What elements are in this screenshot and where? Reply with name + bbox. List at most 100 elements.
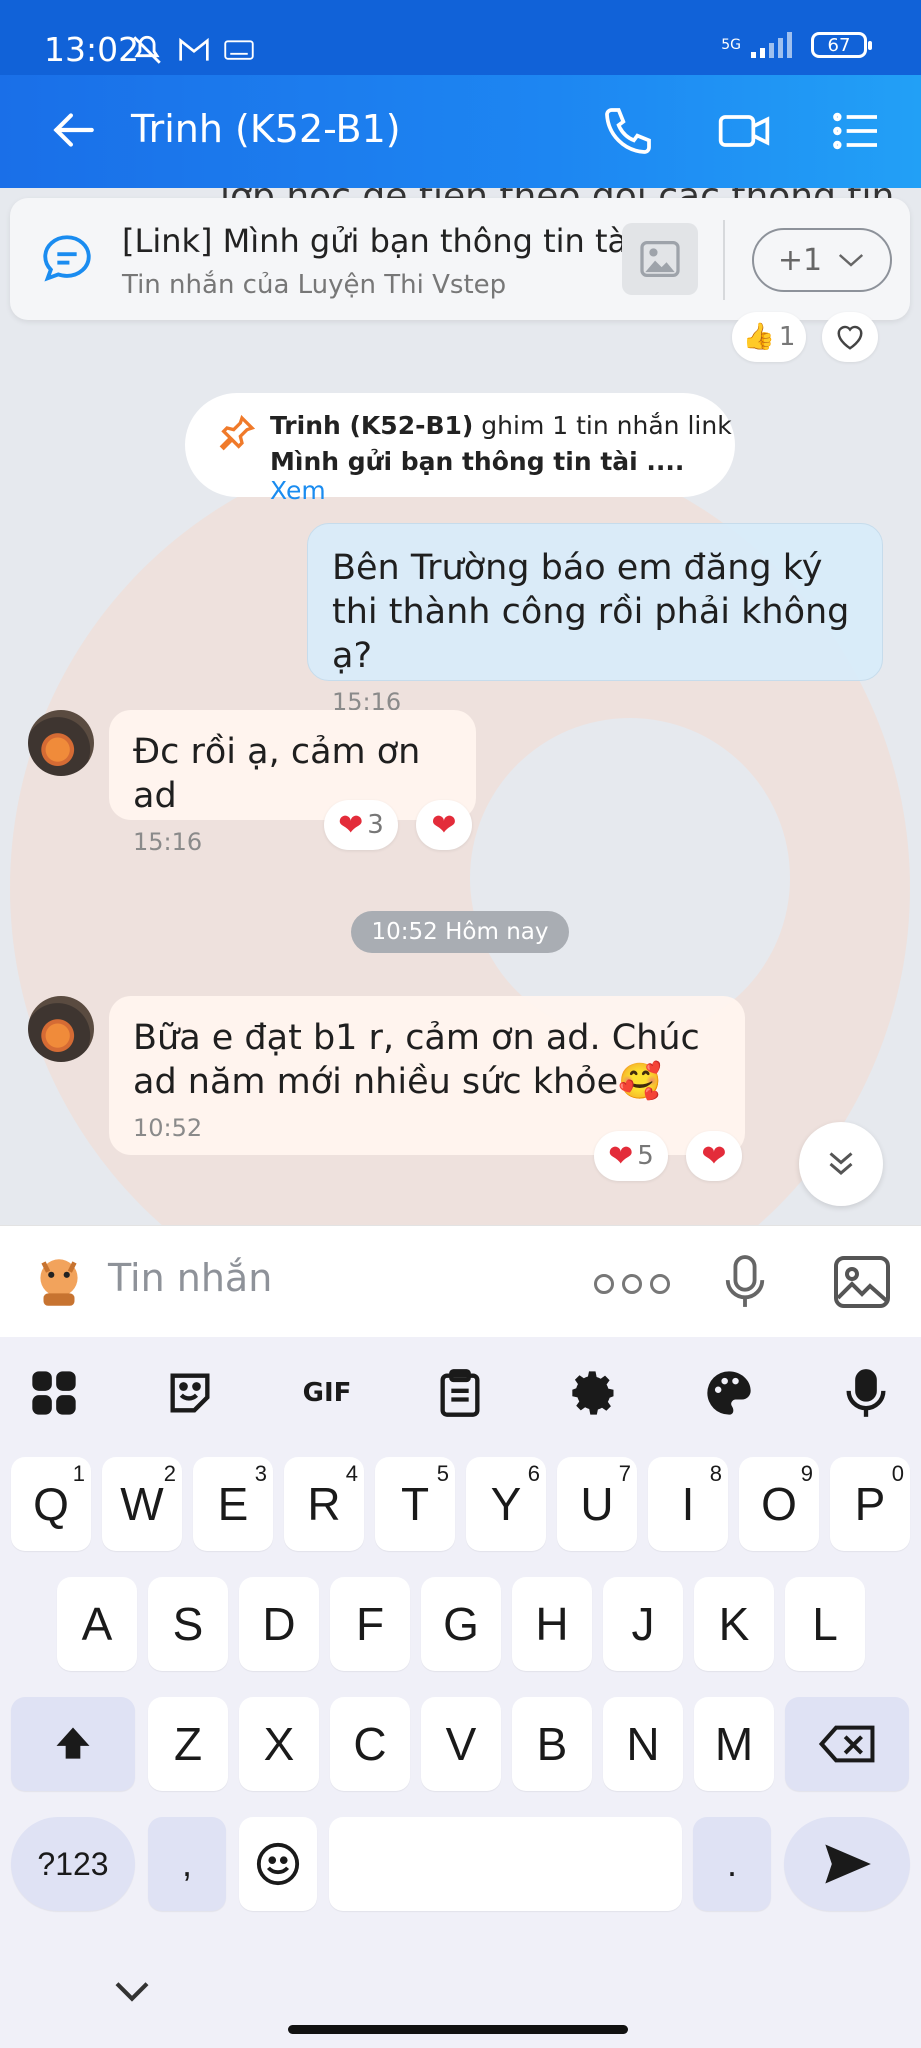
pin-action: ghim 1 tin nhắn link bbox=[473, 411, 732, 440]
backspace-key[interactable] bbox=[785, 1697, 909, 1791]
pin-icon bbox=[219, 414, 256, 451]
contact-name[interactable]: Trinh (K52-B1) bbox=[131, 107, 401, 151]
key-hint: 1 bbox=[72, 1461, 85, 1486]
key-hint: 2 bbox=[163, 1461, 176, 1486]
key-o[interactable]: O9 bbox=[739, 1457, 819, 1551]
reaction-count: 3 bbox=[367, 810, 384, 840]
key-j[interactable]: J bbox=[603, 1577, 683, 1671]
key-r[interactable]: R4 bbox=[284, 1457, 364, 1551]
avatar[interactable] bbox=[28, 710, 94, 776]
key-hint: 6 bbox=[527, 1461, 540, 1486]
battery-level: 67 bbox=[827, 34, 851, 56]
key-d[interactable]: D bbox=[239, 1577, 319, 1671]
reaction-like-count[interactable]: 👍 1 bbox=[732, 312, 806, 362]
send-key[interactable] bbox=[784, 1817, 910, 1911]
pinned-thumbnail bbox=[622, 223, 698, 295]
signal-icon bbox=[751, 32, 792, 58]
more-options-icon[interactable] bbox=[594, 1274, 670, 1294]
chevron-down-icon bbox=[839, 254, 864, 267]
key-label: I bbox=[681, 1478, 695, 1530]
key-hint: 7 bbox=[618, 1461, 631, 1486]
pinned-divider bbox=[723, 220, 725, 300]
key-f[interactable]: F bbox=[330, 1577, 410, 1671]
microphone-icon[interactable] bbox=[722, 1252, 768, 1312]
react-heart-button[interactable]: ❤ bbox=[686, 1131, 742, 1181]
key-x[interactable]: X bbox=[239, 1697, 319, 1791]
sticker-icon[interactable] bbox=[28, 1250, 90, 1312]
video-call-icon[interactable] bbox=[716, 103, 772, 159]
voice-input-icon[interactable] bbox=[840, 1367, 892, 1419]
key-v[interactable]: V bbox=[421, 1697, 501, 1791]
back-arrow-icon[interactable] bbox=[48, 105, 98, 155]
key-q[interactable]: Q1 bbox=[11, 1457, 91, 1551]
image-icon bbox=[640, 241, 680, 277]
key-z[interactable]: Z bbox=[148, 1697, 228, 1791]
gif-button[interactable]: GIF bbox=[297, 1367, 357, 1419]
key-m[interactable]: M bbox=[694, 1697, 774, 1791]
network-label: 5G bbox=[721, 37, 741, 53]
phone-icon[interactable] bbox=[600, 103, 656, 159]
clipboard-icon[interactable] bbox=[434, 1367, 486, 1419]
key-a[interactable]: A bbox=[57, 1577, 137, 1671]
pinned-message-bar[interactable]: [Link] Mình gửi bạn thông tin tà... Tin … bbox=[10, 198, 910, 320]
key-s[interactable]: S bbox=[148, 1577, 228, 1671]
pin-notice-line1: Trinh (K52-B1) ghim 1 tin nhắn link bbox=[270, 411, 732, 440]
key-label: U bbox=[580, 1478, 614, 1530]
key-k[interactable]: K bbox=[694, 1577, 774, 1671]
incoming-message[interactable]: Đc rồi ạ, cảm ơn ad 15:16 bbox=[109, 710, 476, 856]
chat-header: Trinh (K52-B1) bbox=[0, 75, 921, 188]
outgoing-message[interactable]: Bên Trường báo em đăng ký thi thành công… bbox=[307, 523, 883, 716]
key-y[interactable]: Y6 bbox=[466, 1457, 546, 1551]
space-key[interactable] bbox=[329, 1817, 682, 1911]
palette-icon[interactable] bbox=[703, 1367, 755, 1419]
apps-grid-icon[interactable] bbox=[28, 1367, 80, 1419]
chat-bubble-icon bbox=[43, 235, 91, 282]
settings-gear-icon[interactable] bbox=[568, 1367, 620, 1419]
key-hint: 9 bbox=[800, 1461, 813, 1486]
gallery-icon[interactable] bbox=[832, 1254, 892, 1310]
sticker-face-icon[interactable] bbox=[164, 1367, 216, 1419]
reaction-heart-count[interactable]: ❤ 5 bbox=[594, 1131, 668, 1181]
key-label: T bbox=[400, 1478, 430, 1530]
period-key[interactable]: . bbox=[693, 1817, 771, 1911]
key-p[interactable]: P0 bbox=[830, 1457, 910, 1551]
emoji-key[interactable] bbox=[239, 1817, 317, 1911]
menu-list-icon[interactable] bbox=[828, 103, 884, 159]
key-hint: 8 bbox=[709, 1461, 722, 1486]
key-h[interactable]: H bbox=[512, 1577, 592, 1671]
key-t[interactable]: T5 bbox=[375, 1457, 455, 1551]
key-g[interactable]: G bbox=[421, 1577, 501, 1671]
message-text: Bữa e đạt b1 r, cảm ơn ad. Chúc ad năm m… bbox=[133, 1018, 700, 1102]
scroll-to-bottom-button[interactable] bbox=[799, 1122, 883, 1206]
key-b[interactable]: B bbox=[512, 1697, 592, 1791]
chat-area[interactable]: lớp học để tiện theo dõi các thông tin [… bbox=[0, 188, 921, 1225]
message-composer: Tin nhắn bbox=[0, 1225, 921, 1337]
key-label: R bbox=[307, 1478, 341, 1530]
pin-notice-line2: Mình gửi bạn thông tin tài .... Xem bbox=[270, 447, 735, 505]
reaction-heart-count[interactable]: ❤ 3 bbox=[324, 800, 398, 850]
key-label: P bbox=[854, 1478, 886, 1530]
key-e[interactable]: E3 bbox=[193, 1457, 273, 1551]
message-input[interactable]: Tin nhắn bbox=[108, 1256, 272, 1300]
react-heart-button[interactable]: ❤ bbox=[416, 800, 472, 850]
date-separator: 10:52 Hôm nay bbox=[351, 911, 569, 953]
key-w[interactable]: W2 bbox=[102, 1457, 182, 1551]
message-text: Bên Trường báo em đăng ký thi thành công… bbox=[332, 548, 850, 676]
comma-key[interactable]: , bbox=[148, 1817, 226, 1911]
pinned-more-button[interactable]: +1 bbox=[752, 228, 892, 292]
key-u[interactable]: U7 bbox=[557, 1457, 637, 1551]
reaction-count: 5 bbox=[637, 1141, 654, 1171]
react-button[interactable] bbox=[822, 312, 878, 362]
shift-key[interactable] bbox=[11, 1697, 135, 1791]
view-link[interactable]: Xem bbox=[270, 476, 326, 505]
key-c[interactable]: C bbox=[330, 1697, 410, 1791]
gmail-icon bbox=[179, 37, 209, 61]
key-i[interactable]: I8 bbox=[648, 1457, 728, 1551]
key-l[interactable]: L bbox=[785, 1577, 865, 1671]
shift-icon bbox=[56, 1727, 90, 1759]
chevron-down-icon[interactable] bbox=[112, 1977, 152, 2007]
symbols-key[interactable]: ?123 bbox=[11, 1817, 135, 1911]
avatar[interactable] bbox=[28, 996, 94, 1062]
key-n[interactable]: N bbox=[603, 1697, 683, 1791]
heart-icon: ❤ bbox=[338, 807, 364, 843]
